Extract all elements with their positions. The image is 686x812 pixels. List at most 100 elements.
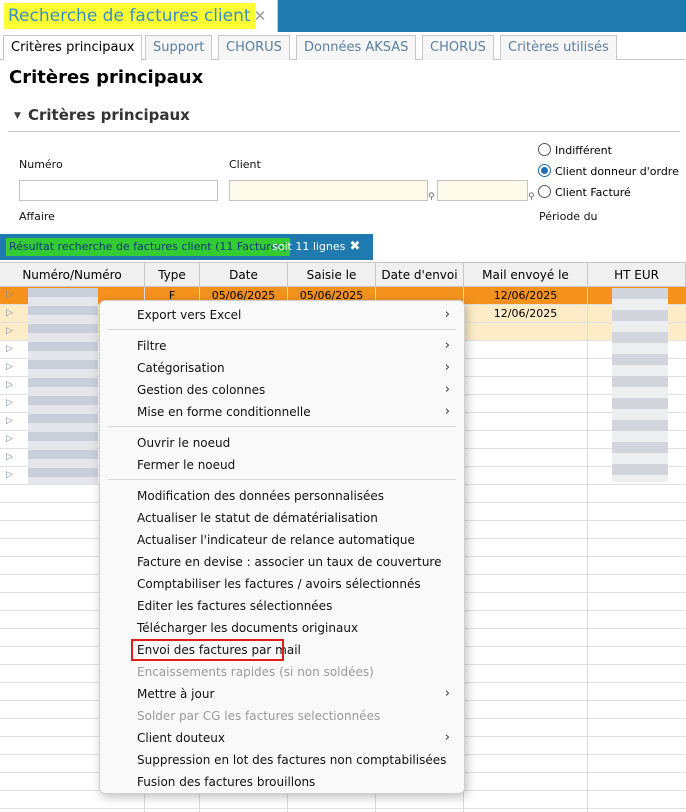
chevron-right-icon: › <box>444 686 450 701</box>
col-date[interactable]: Date <box>200 263 288 287</box>
expand-icon[interactable]: ▷ <box>6 290 13 300</box>
expand-icon[interactable]: ▷ <box>6 380 13 390</box>
tab-criteres-principaux[interactable]: Critères principaux <box>3 35 143 61</box>
cell-mail: 12/06/2025 <box>464 287 588 305</box>
numero-input[interactable] <box>19 180 218 201</box>
column-line <box>587 287 588 812</box>
menu-item-export-excel[interactable]: Export vers Excel › <box>100 304 464 326</box>
menu-item-label: Gestion des colonnes <box>137 383 266 397</box>
menu-separator <box>108 426 456 427</box>
menu-item-label: Mettre à jour <box>137 687 215 701</box>
result-tab[interactable]: Résultat recherche de factures client (1… <box>0 234 373 260</box>
lookup-icon-2[interactable]: ⚲ <box>528 192 535 202</box>
expand-icon[interactable]: ▷ <box>6 362 13 372</box>
expand-icon[interactable]: ▷ <box>6 416 13 426</box>
menu-item-modif-donnees[interactable]: Modification des données personnalisées <box>100 485 464 507</box>
menu-item-fermer-noeud[interactable]: Fermer le noeud <box>100 454 464 476</box>
criteria-tabs: Critères principaux Support CHORUS Donné… <box>0 34 686 61</box>
menu-item-actualiser-statut[interactable]: Actualiser le statut de dématérialisatio… <box>100 507 464 529</box>
tab-chorus[interactable]: CHORUS <box>218 35 290 60</box>
page-title: Critères principaux <box>9 67 204 88</box>
chevron-right-icon: › <box>444 382 450 397</box>
menu-item-comptabiliser[interactable]: Comptabiliser les factures / avoirs séle… <box>100 573 464 595</box>
grid-header: Numéro/Numéro Type Date Saisie le Date d… <box>0 262 686 287</box>
section-divider <box>8 131 680 132</box>
menu-item-mise-en-forme[interactable]: Mise en forme conditionnelle › <box>100 401 464 423</box>
chevron-right-icon: › <box>444 730 450 745</box>
close-tab-icon[interactable]: ✕ <box>252 6 268 26</box>
menu-item-fusion[interactable]: Fusion des factures brouillons <box>100 771 464 793</box>
result-bar: Résultat recherche de factures client (1… <box>0 234 686 260</box>
lookup-icon[interactable]: ⚲ <box>428 192 435 202</box>
label-client: Client <box>229 158 261 171</box>
menu-item-categorisation[interactable]: Catégorisation › <box>100 357 464 379</box>
menu-item-suppression-lot[interactable]: Suppression en lot des factures non comp… <box>100 749 464 771</box>
result-count: soit 11 lignes <box>272 240 346 253</box>
tab-chorus-2[interactable]: CHORUS <box>422 35 494 60</box>
menu-separator <box>108 329 456 330</box>
menu-item-filtre[interactable]: Filtre › <box>100 335 464 357</box>
col-type[interactable]: Type <box>145 263 200 287</box>
radio-label: Indifférent <box>555 144 612 157</box>
radio-client-facture[interactable]: Client Facturé <box>538 184 631 202</box>
expand-icon[interactable]: ▷ <box>6 398 13 408</box>
radio-button[interactable] <box>538 143 551 156</box>
chevron-right-icon: › <box>444 338 450 353</box>
label-affaire: Affaire <box>19 210 55 223</box>
redacted-numbers <box>28 288 98 484</box>
radio-button-selected[interactable] <box>538 164 551 177</box>
col-mail-envoye[interactable]: Mail envoyé le <box>464 263 588 287</box>
tab-criteres-utilises[interactable]: Critères utilisés <box>500 35 617 60</box>
context-menu: Export vers Excel › Filtre › Catégorisatio… <box>99 300 465 794</box>
chevron-right-icon: › <box>444 307 450 322</box>
menu-item-actualiser-relance[interactable]: Actualiser l'indicateur de relance autom… <box>100 529 464 551</box>
window-title: Recherche de factures client <box>4 3 255 29</box>
client-code-input[interactable] <box>229 180 428 201</box>
expand-icon[interactable]: ▷ <box>6 434 13 444</box>
caret-down-icon: ▼ <box>14 110 21 121</box>
radio-client-donneur[interactable]: Client donneur d'ordre <box>538 163 679 181</box>
tab-support[interactable]: Support <box>145 35 213 60</box>
label-numero: Numéro <box>19 158 63 171</box>
tab-donnees-aksas[interactable]: Données AKSAS <box>296 35 417 60</box>
col-saisie[interactable]: Saisie le <box>288 263 376 287</box>
radio-label: Client donneur d'ordre <box>555 165 679 178</box>
menu-item-mettre-a-jour[interactable]: Mettre à jour › <box>100 683 464 705</box>
close-results-icon[interactable]: ✖ <box>347 238 363 256</box>
menu-item-ouvrir-noeud[interactable]: Ouvrir le noeud <box>100 432 464 454</box>
result-title: Résultat recherche de factures client (1… <box>6 238 291 256</box>
radio-button[interactable] <box>538 185 551 198</box>
menu-item-facture-devise[interactable]: Facture en devise : associer un taux de … <box>100 551 464 573</box>
col-date-envoi[interactable]: Date d'envoi <box>376 263 464 287</box>
menu-item-label: Export vers Excel <box>137 308 242 322</box>
expand-icon[interactable]: ▷ <box>6 452 13 462</box>
chevron-right-icon: › <box>444 360 450 375</box>
menu-item-label: Mise en forme conditionnelle <box>137 405 311 419</box>
radio-label: Client Facturé <box>555 186 631 199</box>
redacted-amounts <box>612 288 668 482</box>
expand-icon[interactable]: ▷ <box>6 308 13 318</box>
col-ht-eur[interactable]: HT EUR <box>588 263 686 287</box>
title-bar: Recherche de factures client ✕ <box>0 0 686 32</box>
section-title: Critères principaux <box>28 106 190 124</box>
menu-item-client-douteux[interactable]: Client douteux › <box>100 727 464 749</box>
col-numero[interactable]: Numéro/Numéro <box>0 263 145 287</box>
app-window: Recherche de factures client ✕ Critères … <box>0 0 686 812</box>
label-periode: Période du <box>539 210 598 223</box>
section-header[interactable]: ▼ Critères principaux <box>14 104 190 127</box>
menu-item-solder-cg: Solder par CG les factures selectionnées <box>137 709 381 723</box>
radio-indifferent[interactable]: Indifférent <box>538 142 612 160</box>
menu-item-encaissements: Encaissements rapides (si non soldées) <box>137 665 374 679</box>
expand-icon[interactable]: ▷ <box>6 470 13 480</box>
menu-item-telecharger[interactable]: Télécharger les documents originaux <box>100 617 464 639</box>
menu-item-gestion-colonnes[interactable]: Gestion des colonnes › <box>100 379 464 401</box>
menu-separator <box>108 479 456 480</box>
menu-item-editer[interactable]: Editer les factures sélectionnées <box>100 595 464 617</box>
menu-item-label: Client douteux <box>137 731 225 745</box>
client-name-input[interactable] <box>437 180 528 201</box>
menu-item-label: Catégorisation <box>137 361 225 375</box>
expand-icon[interactable]: ▷ <box>6 344 13 354</box>
chevron-right-icon: › <box>444 404 450 419</box>
expand-icon[interactable]: ▷ <box>6 326 13 336</box>
document-tab[interactable]: Recherche de factures client ✕ <box>0 0 278 32</box>
